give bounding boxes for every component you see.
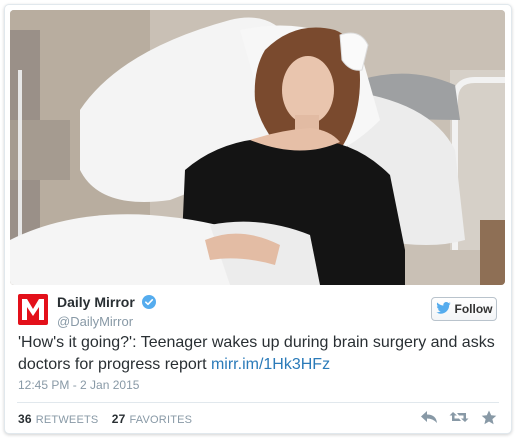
tweet-card: Daily Mirror @DailyMirror Follow 'How's … xyxy=(4,4,512,434)
mirror-m-logo-icon xyxy=(22,299,44,320)
favorites-label: FAVORITES xyxy=(129,414,193,426)
retweets-label: RETWEETS xyxy=(35,414,99,426)
daily-mirror-logo[interactable] xyxy=(18,294,48,325)
divider xyxy=(17,402,499,403)
tweet-header: Daily Mirror @DailyMirror Follow xyxy=(17,291,499,331)
tweet-stats: 36 RETWEETS 27 FAVORITES xyxy=(18,412,202,426)
favorites-count: 27 xyxy=(111,412,126,426)
follow-button[interactable]: Follow xyxy=(431,297,497,321)
retweets-stat[interactable]: 36 RETWEETS xyxy=(18,412,99,426)
account-names: Daily Mirror @DailyMirror xyxy=(57,293,157,329)
retweet-icon[interactable] xyxy=(449,408,469,426)
tweet-photo[interactable] xyxy=(10,10,505,285)
screen-name[interactable]: @DailyMirror xyxy=(57,314,156,329)
tweet-link[interactable]: mirr.im/1Hk3HFz xyxy=(211,356,330,373)
verified-badge-icon xyxy=(142,294,157,309)
photo-hospital-patient xyxy=(10,10,505,285)
favorites-stat[interactable]: 27 FAVORITES xyxy=(111,412,193,426)
favorite-star-icon[interactable] xyxy=(479,408,499,426)
tweet-actions xyxy=(419,408,499,426)
retweets-count: 36 xyxy=(18,412,32,426)
display-name[interactable]: Daily Mirror xyxy=(57,294,135,310)
twitter-bird-icon xyxy=(435,301,451,317)
tweet-timestamp[interactable]: 12:45 PM - 2 Jan 2015 xyxy=(18,378,139,392)
tweet-text: 'How's it going?': Teenager wakes up dur… xyxy=(18,332,502,376)
follow-label: Follow xyxy=(454,302,493,316)
reply-icon[interactable] xyxy=(419,408,439,426)
